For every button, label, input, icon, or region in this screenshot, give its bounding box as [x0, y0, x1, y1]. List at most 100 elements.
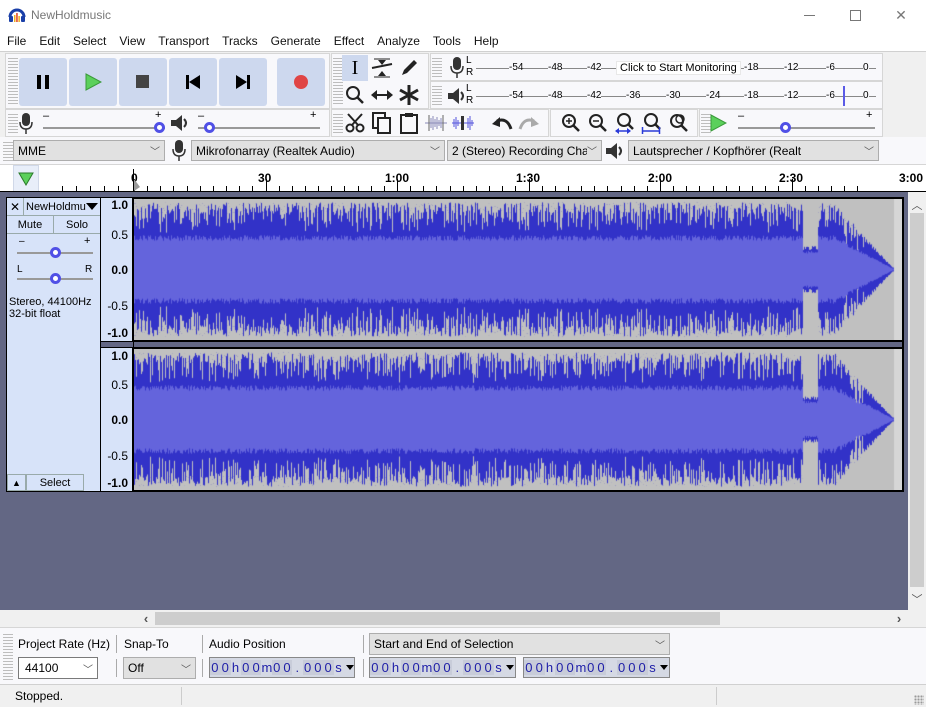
redo-button[interactable] — [516, 110, 542, 136]
record-button[interactable] — [277, 58, 325, 106]
menu-tracks[interactable]: Tracks — [215, 34, 264, 48]
cut-button[interactable] — [342, 110, 368, 136]
close-button[interactable]: ✕ — [878, 0, 924, 31]
pause-button[interactable] — [19, 58, 67, 106]
playback-device-dropdown[interactable]: Lautsprecher / Kopfhörer (Realt ﹀ — [628, 140, 879, 161]
track-menu-button[interactable]: NewHoldmu — [24, 198, 100, 215]
meter-tick: -42 — [587, 90, 602, 101]
maximize-button[interactable] — [832, 0, 878, 31]
trim-audio-button[interactable] — [423, 110, 449, 136]
audio-position-time[interactable]: 00h00m00.000s — [209, 657, 355, 678]
slider-thumb[interactable] — [203, 122, 215, 133]
waveform-right-channel[interactable] — [133, 347, 904, 492]
slider-thumb[interactable] — [49, 247, 61, 258]
menu-help[interactable]: Help — [467, 34, 505, 48]
menu-generate[interactable]: Generate — [264, 34, 327, 48]
project-rate-dropdown[interactable]: 44100 ﹀ — [18, 657, 98, 679]
play-at-speed-button[interactable] — [705, 110, 731, 136]
play-region-marker-icon[interactable] — [134, 179, 140, 191]
time-format-dropdown-icon[interactable] — [345, 665, 354, 670]
recording-channels-dropdown[interactable]: 2 (Stereo) Recording Chai ﹀ — [447, 140, 602, 161]
menu-select[interactable]: Select — [66, 34, 112, 48]
toolbar-grip[interactable] — [432, 56, 442, 78]
mute-button[interactable]: Mute — [7, 216, 54, 234]
amp-label: -0.5 — [107, 449, 128, 463]
menu-tools[interactable]: Tools — [426, 34, 467, 48]
start-monitoring-prompt[interactable]: Click to Start Monitoring — [616, 61, 741, 75]
track-close-button[interactable]: ✕ — [7, 198, 24, 215]
time-digit: 0 — [626, 660, 638, 675]
audio-host-dropdown[interactable]: MME ﹀ — [13, 140, 165, 161]
time-digit: m — [261, 660, 273, 675]
stop-button[interactable] — [119, 58, 167, 106]
menu-transport[interactable]: Transport — [151, 34, 215, 48]
slider-thumb[interactable] — [154, 122, 165, 133]
selection-end-time[interactable]: 00h00m00.000s — [523, 657, 670, 678]
menu-effect[interactable]: Effect — [327, 34, 370, 48]
skip-to-start-button[interactable] — [169, 58, 217, 106]
time-format-dropdown-icon[interactable] — [505, 665, 514, 670]
paste-button[interactable] — [396, 110, 422, 136]
zoom-tool[interactable] — [342, 82, 368, 108]
toolbar-grip[interactable] — [3, 632, 13, 680]
solo-button[interactable]: Solo — [54, 216, 100, 234]
scroll-left-button[interactable]: ‹ — [137, 610, 155, 627]
scrollbar-thumb[interactable] — [910, 213, 924, 587]
scroll-down-button[interactable]: ﹀ — [908, 590, 926, 607]
zoom-in-button[interactable] — [558, 110, 584, 136]
select-track-button[interactable]: Select — [26, 474, 84, 491]
time-digit: s — [649, 660, 657, 675]
menu-file[interactable]: File — [0, 34, 32, 48]
playback-volume-slider[interactable]: – + — [198, 109, 320, 134]
pan-slider[interactable]: L R — [17, 264, 93, 288]
envelope-tool[interactable] — [369, 55, 395, 81]
silence-audio-button[interactable] — [450, 110, 476, 136]
slider-thumb[interactable] — [779, 122, 791, 133]
horizontal-scrollbar[interactable]: ‹ › — [0, 610, 926, 627]
toolbar-grip[interactable] — [8, 56, 18, 106]
audacity-logo-icon — [8, 8, 26, 22]
amplitude-ruler-right[interactable]: 1.0 0.5 0.0 -0.5 -1.0 — [101, 347, 133, 492]
skip-to-end-button[interactable] — [219, 58, 267, 106]
amplitude-ruler-left[interactable]: 1.0 0.5 0.0 -0.5 -1.0 — [101, 197, 133, 342]
draw-tool[interactable] — [396, 55, 422, 81]
fit-project-button[interactable] — [639, 110, 665, 136]
zoom-out-button[interactable] — [585, 110, 611, 136]
recording-volume-slider[interactable]: – + — [43, 109, 165, 134]
recording-device-dropdown[interactable]: Mikrofonarray (Realtek Audio) ﹀ — [191, 140, 445, 161]
collapse-track-button[interactable]: ▲ — [7, 474, 26, 491]
toolbar-grip[interactable] — [3, 140, 13, 162]
vertical-scrollbar[interactable]: ︿ ﹀ — [908, 192, 926, 610]
scroll-up-button[interactable]: ︿ — [908, 196, 926, 213]
selection-mode-dropdown[interactable]: Start and End of Selection ﹀ — [369, 633, 670, 655]
toolbar-grip[interactable] — [8, 112, 18, 134]
slider-thumb[interactable] — [49, 273, 61, 284]
toolbar-grip[interactable] — [432, 84, 442, 106]
time-format-dropdown-icon[interactable] — [659, 665, 668, 670]
resize-grip[interactable] — [914, 695, 924, 705]
undo-button[interactable] — [489, 110, 515, 136]
menu-analyze[interactable]: Analyze — [370, 34, 426, 48]
playback-speed-slider[interactable]: – + — [738, 109, 875, 134]
snap-to-dropdown[interactable]: Off ﹀ — [123, 657, 196, 679]
menu-edit[interactable]: Edit — [32, 34, 66, 48]
scrollbar-thumb[interactable] — [155, 612, 720, 625]
recording-meter[interactable]: -54 -48 -42 Click to Start Monitoring -1… — [476, 55, 876, 80]
selection-start-time[interactable]: 00h00m00.000s — [369, 657, 516, 678]
multi-tool[interactable] — [396, 82, 422, 108]
timeline-ruler[interactable]: 0 30 1:00 1:30 2:00 2:30 3:00 — [0, 165, 926, 192]
minimize-button[interactable] — [786, 0, 832, 31]
time-digit: 0 — [442, 660, 453, 675]
play-button[interactable] — [69, 58, 117, 106]
time-shift-tool[interactable] — [369, 82, 395, 108]
fit-selection-button[interactable] — [612, 110, 638, 136]
menu-view[interactable]: View — [112, 34, 151, 48]
playback-meter[interactable]: -54 -48 -42 -36 -30 -24 -18 -12 -6 0 — [476, 83, 876, 108]
zoom-toggle-button[interactable] — [666, 110, 692, 136]
scroll-right-button[interactable]: › — [890, 610, 908, 627]
copy-button[interactable] — [369, 110, 395, 136]
gain-slider[interactable]: – + — [17, 235, 93, 262]
selection-tool[interactable]: I — [342, 55, 368, 81]
waveform-left-channel[interactable] — [133, 197, 904, 342]
chevron-down-icon: ﹀ — [587, 143, 597, 158]
